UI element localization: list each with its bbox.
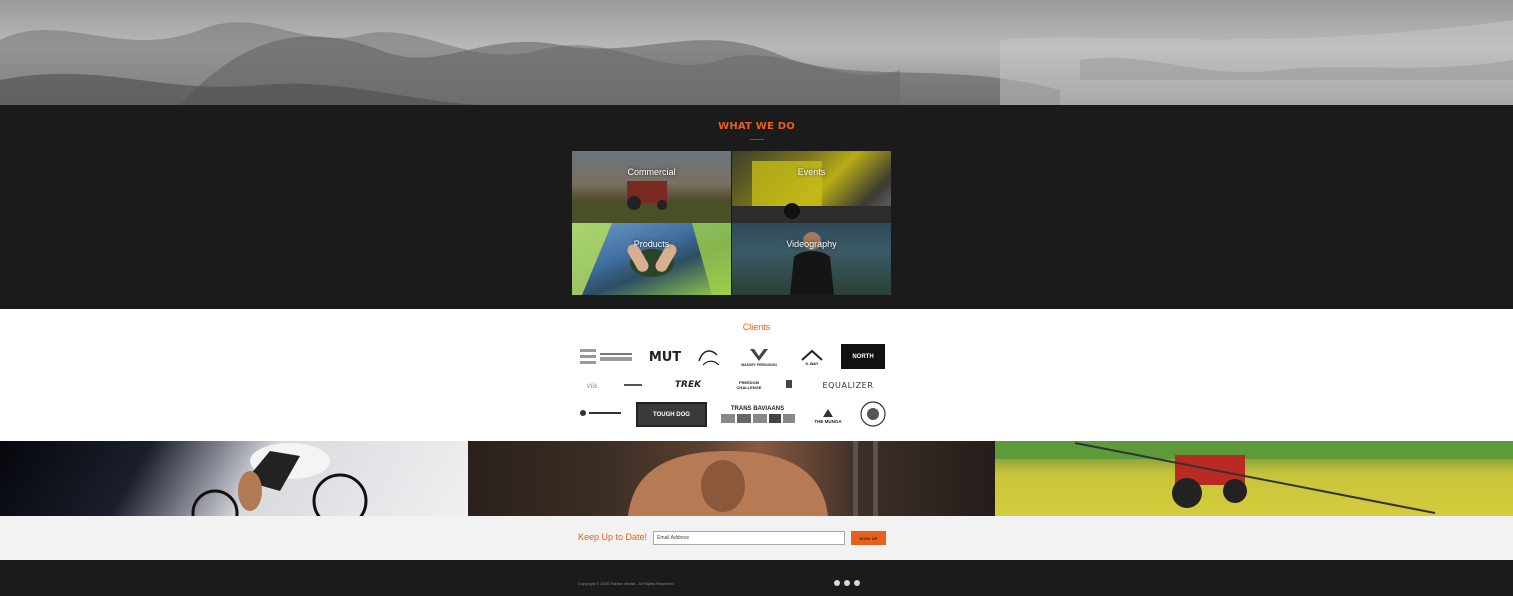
title-divider bbox=[750, 139, 764, 140]
what-we-do-title: WHAT WE DO bbox=[718, 121, 795, 132]
client-logo-north: NORTH bbox=[841, 344, 885, 369]
client-logo-kway: K-WAY bbox=[796, 345, 828, 369]
sign-up-button[interactable]: SIGN UP bbox=[851, 531, 886, 545]
what-we-do-section: WHAT WE DO Commercial Events Products Vi… bbox=[0, 105, 1513, 309]
photo-cyclist bbox=[0, 441, 468, 516]
tile-events[interactable]: Events bbox=[732, 151, 891, 223]
client-logo-small-figure bbox=[784, 377, 794, 391]
footer: Copyright © 2020 Robbie Media - All Righ… bbox=[0, 560, 1513, 596]
client-logo-tough-dog: TOUGH DOG bbox=[636, 402, 707, 427]
client-logo-trek: TREK bbox=[674, 380, 702, 390]
tile-label: Events bbox=[797, 167, 826, 177]
client-logo-trans-baviaans: TRANS BAVIAANS bbox=[719, 401, 796, 428]
services-grid: Commercial Events Products Videography bbox=[572, 151, 891, 295]
email-input[interactable] bbox=[653, 531, 845, 545]
tile-commercial[interactable]: Commercial bbox=[572, 151, 731, 223]
kway-wordmark: K-WAY bbox=[805, 360, 819, 366]
instagram-icon[interactable] bbox=[844, 580, 850, 586]
client-logo-mut: MUT bbox=[648, 349, 682, 365]
clients-section: Clients MUT MASSEY FERGUSON K-WAY NORTH … bbox=[0, 309, 1513, 441]
newsletter-section: Keep Up to Date! SIGN UP bbox=[0, 516, 1513, 560]
client-logo-lifesport bbox=[578, 405, 624, 421]
facebook-icon[interactable] bbox=[834, 580, 840, 586]
clients-title: Clients bbox=[742, 322, 771, 332]
massey-ferguson-wordmark: MASSEY FERGUSON bbox=[741, 363, 777, 367]
hero-mountain-image bbox=[0, 0, 1513, 105]
tile-videography[interactable]: Videography bbox=[732, 223, 891, 295]
tile-products[interactable]: Products bbox=[572, 223, 731, 295]
photo-splash bbox=[468, 441, 995, 516]
client-logo-badge bbox=[860, 401, 886, 427]
client-logo-tour-de-france bbox=[695, 345, 723, 369]
client-logo-via: via. bbox=[586, 380, 600, 390]
client-logo-the-munga: THE MUNGA bbox=[810, 401, 846, 429]
client-logo-small-brand bbox=[622, 379, 644, 391]
tile-label: Videography bbox=[786, 239, 837, 249]
client-logo-stripes bbox=[578, 345, 634, 369]
newsletter-label: Keep Up to Date! bbox=[578, 532, 648, 542]
copyright-text: Copyright © 2020 Robbie Media - All Righ… bbox=[578, 581, 674, 586]
youtube-icon[interactable] bbox=[854, 580, 860, 586]
tile-label: Commercial bbox=[627, 167, 676, 177]
photo-tractor bbox=[995, 441, 1513, 516]
client-logo-equalizer: EQUALIZER bbox=[822, 380, 874, 390]
client-logo-massey-ferguson: MASSEY FERGUSON bbox=[734, 343, 784, 371]
client-logo-freedom-challenge: FREEDOM CHALLENGE bbox=[736, 380, 762, 390]
tile-label: Products bbox=[633, 239, 670, 249]
photo-strip bbox=[0, 441, 1513, 516]
munga-wordmark: THE MUNGA bbox=[814, 418, 842, 424]
